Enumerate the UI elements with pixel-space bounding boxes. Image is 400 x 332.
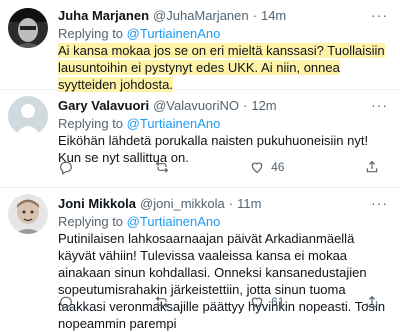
more-options-icon[interactable]: ··· [371,7,388,23]
action-bar: 46 [58,159,380,175]
highlighted-text: Ai kansa mokaa jos se on eri mieltä kans… [58,43,385,92]
reply-icon [60,296,72,310]
replying-to-label: Replying to [58,214,124,229]
reply-icon [60,161,72,175]
heart-icon [251,297,263,309]
replying-to-label: Replying to [58,116,124,131]
tweet-text: Ai kansa mokaa jos se on eri mieltä kans… [58,42,390,93]
reply-mention-link[interactable]: @TurtiainenAno [127,26,221,41]
share-icon [366,295,378,308]
action-bar: 61 [58,294,380,310]
tweet-1[interactable]: Juha Marjanen @JuhaMarjanen · 14m ··· Re… [0,0,400,93]
heart-icon [251,162,263,174]
author-name[interactable]: Juha Marjanen [58,7,149,25]
author-name[interactable]: Gary Valavuori [58,97,149,115]
avatar[interactable] [8,96,48,136]
tweet-header: Joni Mikkola @joni_mikkola · 11m [58,188,390,213]
author-handle[interactable]: @ValavuoriNO [153,97,239,115]
retweet-button[interactable] [154,159,170,175]
timestamp[interactable]: 14m [261,7,286,25]
tweet-header: Gary Valavuori @ValavuoriNO · 12m [58,90,390,115]
tweet-header: Juha Marjanen @JuhaMarjanen · 14m [58,0,390,25]
avatar[interactable] [8,194,48,234]
reply-button[interactable] [58,159,74,175]
author-name[interactable]: Joni Mikkola [58,195,136,213]
timestamp[interactable]: 11m [237,195,261,213]
separator-dot: · [252,8,257,23]
share-icon [366,160,378,173]
more-options-icon[interactable]: ··· [371,195,388,211]
tweet-3[interactable]: Joni Mikkola @joni_mikkola · 11m ··· Rep… [0,188,400,331]
retweet-icon [155,296,168,308]
share-button[interactable] [364,159,380,175]
author-handle[interactable]: @joni_mikkola [140,195,225,213]
tweet-text: Putinilaisen lahkosaarnaajan päivät Arka… [58,231,386,331]
avatar[interactable] [8,8,48,48]
replying-to: Replying to @TurtiainenAno [58,213,390,230]
author-handle[interactable]: @JuhaMarjanen [153,7,249,25]
replying-to-label: Replying to [58,26,124,41]
reply-button[interactable] [58,294,74,310]
separator-dot: · [228,196,234,211]
reply-mention-link[interactable]: @TurtiainenAno [127,116,221,131]
like-button[interactable]: 61 [249,294,284,310]
share-button[interactable] [364,294,380,310]
separator-dot: · [243,98,248,113]
retweet-icon [155,161,168,173]
timestamp[interactable]: 12m [251,97,276,115]
reply-mention-link[interactable]: @TurtiainenAno [127,214,221,229]
replying-to: Replying to @TurtiainenAno [58,25,390,42]
tweet-2[interactable]: Gary Valavuori @ValavuoriNO · 12m ··· Re… [0,90,400,188]
retweet-button[interactable] [154,294,170,310]
more-options-icon[interactable]: ··· [371,97,388,113]
like-count: 61 [271,295,285,309]
like-button[interactable]: 46 [249,159,284,175]
like-count: 46 [271,160,285,174]
replying-to: Replying to @TurtiainenAno [58,115,390,132]
